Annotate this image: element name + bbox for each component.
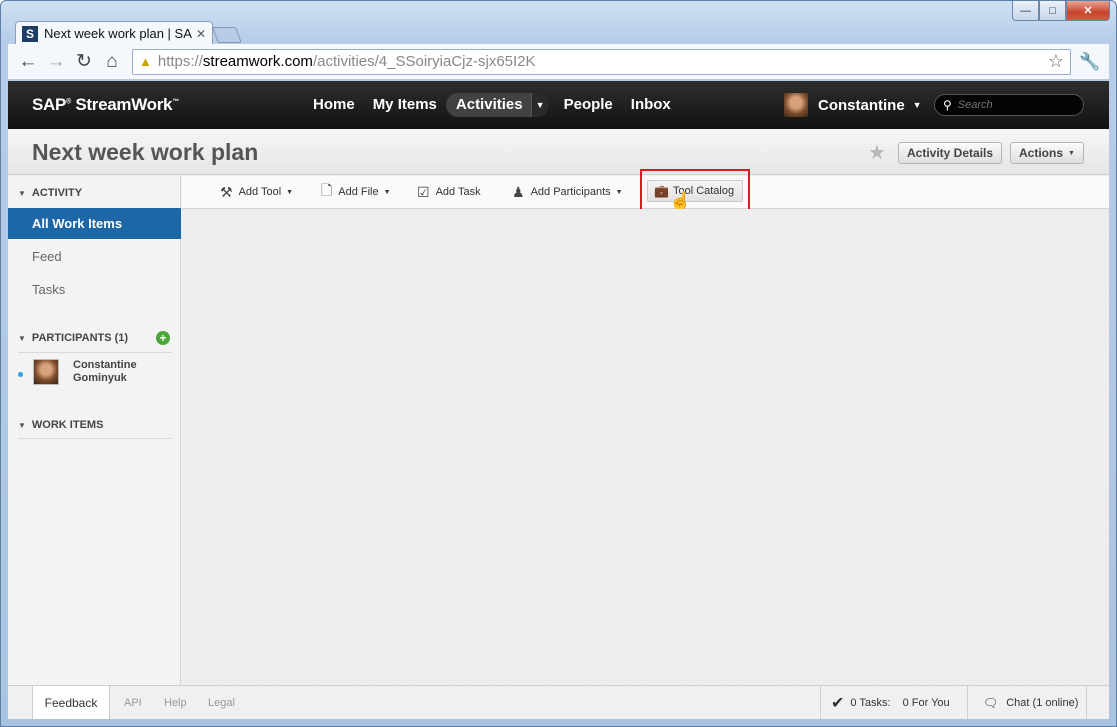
maximize-button[interactable]: □ [1039,1,1066,21]
chevron-down-icon: ▼ [383,188,391,196]
user-name: Constantine [818,96,905,114]
chevron-down-icon: ▼ [615,188,623,196]
chat-label: Chat (1 online) [1006,697,1079,709]
avatar [33,359,59,385]
logo-sap: SAP [32,95,67,114]
participant-first-name: Constantine [73,359,137,371]
sidebar-item-tasks[interactable]: Tasks [8,274,181,305]
add-participant-icon[interactable]: + [156,331,170,345]
api-link[interactable]: API [124,697,142,709]
back-icon[interactable]: ← [14,48,42,76]
close-window-button[interactable]: ✕ [1066,1,1110,21]
web-page: SAP® StreamWork™ Home My Items Activitie… [8,81,1109,719]
address-bar[interactable]: ▲ https:// streamwork.com /activities/4_… [132,48,1071,75]
participants-section-header[interactable]: ▼ PARTICIPANTS (1) [18,332,128,344]
help-link[interactable]: Help [164,697,187,709]
add-task-button[interactable]: ☑ Add Task [417,176,481,208]
search-input[interactable] [957,99,1068,111]
activity-section-header[interactable]: ▼ ACTIVITY [18,187,82,199]
tasks-count: 0 Tasks: [850,697,891,709]
tasks-status[interactable]: ✔ 0 Tasks: 0 For You [820,686,968,719]
add-task-label: Add Task [435,186,481,198]
url-path: /activities/4_SSoiryiaCjz-sjx65I2K [312,53,536,70]
add-participants-button[interactable]: ♟ Add Participants ▼ [512,176,623,208]
nav-activities[interactable]: Activities [445,93,531,117]
search-box: ⚲ [934,94,1084,116]
chat-bubble-icon: 🗨 [983,696,999,710]
collapse-triangle-icon: ▼ [18,188,26,198]
sidebar-item-all-work-items[interactable]: All Work Items [8,208,181,239]
wrench-icon[interactable]: 🔧 [1077,49,1103,75]
feedback-button[interactable]: Feedback [32,686,110,719]
nav-people[interactable]: People [555,93,622,117]
collapse-triangle-icon: ▼ [18,333,26,343]
work-items-canvas [182,209,1109,685]
participants-heading: PARTICIPANTS (1) [31,332,129,344]
search-icon: ⚲ [943,98,952,112]
add-participants-label: Add Participants [530,186,611,198]
checkbox-icon: ☑ [417,183,430,200]
reload-icon[interactable]: ↻ [70,48,98,76]
nav-my-items[interactable]: My Items [364,93,446,117]
sidebar: ▼ ACTIVITY All Work Items Feed Tasks ▼ P… [8,176,181,685]
add-tool-button[interactable]: ⚒ Add Tool ▼ [220,176,293,208]
logo-streamwork: StreamWork [75,95,173,114]
main-nav: Home My Items Activities ▼ People Inbox [304,93,680,117]
activities-dropdown-icon[interactable]: ▼ [530,93,549,117]
chevron-down-icon: ▼ [1068,149,1075,157]
minimize-button[interactable]: — [1012,1,1039,21]
tab-title: Next week work plan | SAP S [44,26,192,41]
url-protocol: https:// [157,53,203,70]
lock-icon: ▲ [139,54,152,69]
add-file-label: Add File [338,186,379,198]
title-row: Next week work plan ★ Activity Details A… [8,129,1109,175]
close-tab-icon[interactable]: ✕ [196,27,206,41]
avatar [784,93,808,117]
legal-link[interactable]: Legal [208,697,235,709]
chevron-down-icon: ▼ [286,188,294,196]
checkmark-icon: ✔ [831,695,845,712]
hammer-icon: ⚒ [220,183,233,200]
window-controls: — □ ✕ [1012,1,1110,21]
activity-details-button[interactable]: Activity Details [898,142,1003,164]
nav-inbox[interactable]: Inbox [622,93,680,117]
sidebar-item-feed[interactable]: Feed [8,241,181,272]
divider [18,438,172,439]
favicon-icon: S [22,25,38,42]
online-status-dot [18,372,23,377]
chevron-down-icon: ▼ [912,100,922,110]
activity-heading: ACTIVITY [31,187,83,199]
tab-strip: S Next week work plan | SAP S ✕ [15,21,242,45]
streamwork-logo[interactable]: SAP® StreamWork™ [32,95,179,115]
app-header: SAP® StreamWork™ Home My Items Activitie… [8,81,1109,129]
file-add-icon: 🗋 [321,182,333,198]
add-person-icon: ♟ [512,183,525,200]
nav-home[interactable]: Home [304,93,364,117]
favorite-star-icon[interactable]: ★ [868,140,886,165]
browser-toolbar: ← → ↻ ⌂ ▲ https:// streamwork.com /activ… [8,44,1109,80]
browser-tab[interactable]: S Next week work plan | SAP S ✕ [15,21,213,45]
participant-item[interactable]: Constantine Gominyuk [18,359,137,385]
url-host: streamwork.com [202,53,313,70]
actions-label: Actions [1019,146,1064,160]
work-items-heading: WORK ITEMS [31,419,104,431]
actions-button[interactable]: Actions ▼ [1010,142,1084,164]
home-icon[interactable]: ⌂ [98,48,126,76]
forward-icon[interactable]: → [42,48,70,76]
footer: Feedback API Help Legal ✔ 0 Tasks: 0 For… [8,685,1109,719]
page-title: Next week work plan [32,139,259,165]
bookmark-star-icon[interactable]: ☆ [1048,51,1064,72]
new-tab-button[interactable] [212,27,242,43]
add-file-button[interactable]: 🗋 Add File ▼ [321,176,391,208]
divider [18,352,172,353]
for-you-count: 0 For You [902,697,950,709]
participant-name: Constantine Gominyuk [73,359,137,385]
chat-button[interactable]: 🗨 Chat (1 online) [969,686,1087,719]
collapse-triangle-icon: ▼ [18,420,26,430]
user-menu[interactable]: Constantine ▼ [784,93,922,117]
participant-last-name: Gominyuk [73,372,127,384]
work-items-section-header[interactable]: ▼ WORK ITEMS [18,419,103,431]
add-tool-label: Add Tool [238,186,282,198]
